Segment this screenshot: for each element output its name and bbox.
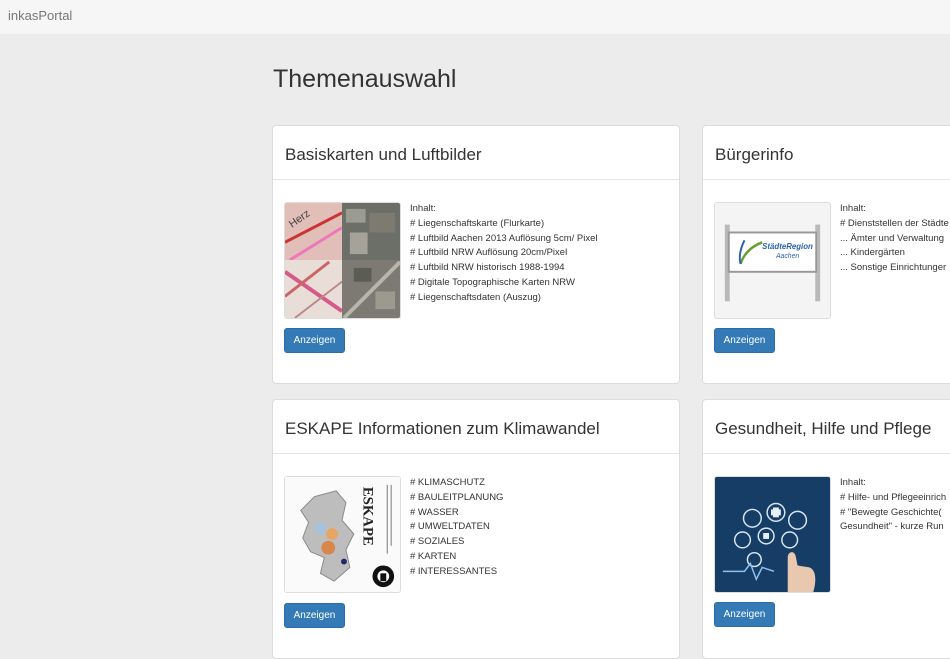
content-line: # "Bewegte Geschichte( xyxy=(840,506,942,518)
content-line: Inhalt: xyxy=(840,203,866,214)
health-icons-image xyxy=(715,477,830,592)
sign-board-image: StädteRegion Aachen xyxy=(715,203,830,318)
card-title: Basiskarten und Luftbilder xyxy=(285,145,482,164)
buergerinfo-thumbnail: StädteRegion Aachen xyxy=(714,202,831,319)
content-line: # BAULEITPLANUNG xyxy=(410,491,504,503)
theme-card-eskape: ESKAPE Informationen zum Klimawandel ESK… xyxy=(272,399,680,659)
card-divider xyxy=(273,179,679,180)
anzeigen-button[interactable]: Anzeigen xyxy=(284,328,345,353)
page-title: Themenauswahl xyxy=(273,65,457,93)
map-collage-image: Herz xyxy=(285,203,400,318)
content-line: ... Kindergärten xyxy=(840,247,905,259)
content-line: # WASSER xyxy=(410,506,459,518)
card-divider xyxy=(273,453,679,454)
content-line: Inhalt: xyxy=(840,477,866,488)
card-content: # KLIMASCHUTZ # BAULEITPLANUNG # WASSER … xyxy=(410,476,503,580)
theme-card-buergerinfo: Bürgerinfo StädteRegion Aachen Inhalt: #… xyxy=(702,125,950,384)
content-line: ... Ämter und Verwaltung xyxy=(840,232,945,244)
card-divider xyxy=(703,453,950,454)
anzeigen-button[interactable]: Anzeigen xyxy=(714,602,775,627)
content-line: Inhalt: xyxy=(410,203,436,214)
content-line: # UMWELTDATEN xyxy=(410,521,490,533)
content-line: # Dienststellen der Städte xyxy=(840,217,949,229)
card-title: Bürgerinfo xyxy=(715,145,794,164)
sign-text-2: Aachen xyxy=(775,253,799,260)
content-line: # INTERESSANTES xyxy=(410,565,498,577)
content-line: # Digitale Topographische Karten NRW xyxy=(410,276,575,288)
basiskarten-thumbnail: Herz xyxy=(284,202,401,319)
eskape-thumbnail: ESKAPE xyxy=(284,476,401,593)
card-title: Gesundheit, Hilfe und Pflege xyxy=(715,419,932,438)
card-content: Inhalt: # Liegenschaftskarte (Flurkarte)… xyxy=(410,202,598,306)
gesundheit-thumbnail xyxy=(714,476,831,593)
theme-card-gesundheit: Gesundheit, Hilfe und Pflege Inhalt: # H… xyxy=(702,399,950,659)
theme-card-basiskarten: Basiskarten und Luftbilder Herz Inhalt: … xyxy=(272,125,680,384)
content-line: # Luftbild NRW historisch 1988-1994 xyxy=(410,262,565,274)
content-line: # Liegenschaftskarte (Flurkarte) xyxy=(410,217,545,229)
card-content: Inhalt: # Hilfe- und Pflegeeinrich # "Be… xyxy=(840,476,946,535)
content-line: # Hilfe- und Pflegeeinrich xyxy=(840,491,947,503)
content-line: ... Sonstige Einrichtunger xyxy=(840,262,947,274)
content-line: # Luftbild Aachen 2013 Auflösung 5cm/ Pi… xyxy=(410,232,598,244)
top-navbar: inkasPortal xyxy=(0,0,950,35)
card-divider xyxy=(703,179,950,180)
anzeigen-button[interactable]: Anzeigen xyxy=(714,328,775,353)
content-line: # Liegenschaftsdaten (Auszug) xyxy=(410,291,541,303)
content-line: # SOZIALES xyxy=(410,536,465,548)
content-line: Gesundheit" - kurze Run xyxy=(840,521,944,533)
brand-link[interactable]: inkasPortal xyxy=(8,8,72,23)
card-title: ESKAPE Informationen zum Klimawandel xyxy=(285,419,600,438)
content-line: # Luftbild NRW Auflösung 20cm/Pixel xyxy=(410,247,568,259)
anzeigen-button[interactable]: Anzeigen xyxy=(284,603,345,628)
eskape-wordmark: ESKAPE xyxy=(360,487,376,546)
content-line: # KLIMASCHUTZ xyxy=(410,477,485,488)
content-line: # KARTEN xyxy=(410,550,457,562)
card-content: Inhalt: # Dienststellen der Städte ... Ä… xyxy=(840,202,949,276)
sign-text-1: StädteRegion xyxy=(762,242,813,251)
eskape-logo-image: ESKAPE xyxy=(285,477,400,592)
